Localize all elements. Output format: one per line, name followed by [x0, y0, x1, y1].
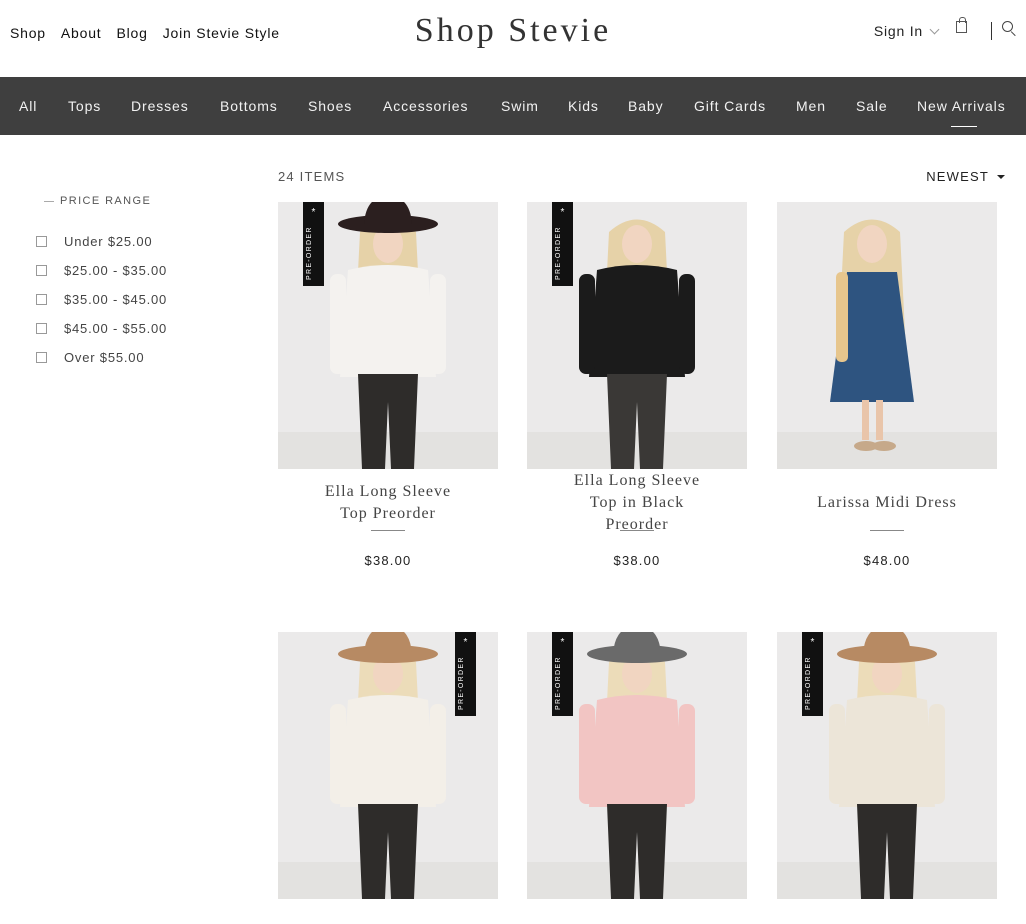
product-name-line: Preorder [605, 516, 669, 533]
preorder-badge: * PRE-ORDER [552, 632, 573, 716]
price-range-heading[interactable]: PRICE RANGE [36, 195, 236, 207]
category-bar: All Tops Dresses Bottoms Shoes Accessories Swi… [0, 77, 1026, 135]
product-card[interactable]: *PRE-ORDERTribal Sweater [278, 632, 498, 924]
category-all[interactable]: All [19, 98, 37, 114]
price-filter-option[interactable]: Over $55.00 [36, 343, 236, 372]
price-filter-label: Under $25.00 [64, 234, 153, 249]
product-card[interactable]: *PRE-ORDERPamela Pullover [527, 632, 747, 924]
preorder-label: PRE-ORDER [458, 656, 465, 710]
preorder-badge: * PRE-ORDER [552, 202, 573, 286]
category-swim[interactable]: Swim [501, 98, 539, 114]
asterisk-icon: * [810, 637, 815, 648]
price-filter-list: Under $25.00 $25.00 - $35.00 $35.00 - $45.… [36, 227, 236, 372]
preorder-badge: * PRE-ORDER [802, 632, 823, 716]
category-kids[interactable]: Kids [568, 98, 599, 114]
product-card[interactable]: * PRE-ORDER Ella Long Sleeve Top in Black Pr… [527, 202, 747, 568]
product-name-line: Top Preorder [340, 505, 436, 522]
preorder-label: PRE-ORDER [555, 226, 562, 280]
shopping-bag-icon[interactable] [956, 17, 967, 33]
category-accessories[interactable]: Accessories [383, 98, 468, 114]
preorder-badge: * PRE-ORDER [455, 632, 476, 716]
price-filter-option[interactable]: $45.00 - $55.00 [36, 314, 236, 343]
category-shoes[interactable]: Shoes [308, 98, 352, 114]
product-card[interactable]: *PRE-ORDERAztec Print Sweater [777, 632, 997, 924]
category-baby[interactable]: Baby [628, 98, 664, 114]
price-filter-option[interactable]: $25.00 - $35.00 [36, 256, 236, 285]
name-divider [870, 530, 904, 531]
name-divider [371, 530, 405, 531]
checkbox[interactable] [36, 265, 47, 276]
price-range-title: PRICE RANGE [60, 195, 152, 207]
price-filter-label: $35.00 - $45.00 [64, 292, 168, 307]
product-name[interactable]: Larissa Midi Dress [777, 492, 997, 514]
search-icon[interactable] [1002, 21, 1016, 35]
product-price: $48.00 [863, 553, 911, 568]
price-filter-option[interactable]: $35.00 - $45.00 [36, 285, 236, 314]
preorder-label: PRE-ORDER [555, 656, 562, 710]
price-filter-label: Over $55.00 [64, 350, 145, 365]
asterisk-icon: * [560, 637, 565, 648]
product-image[interactable]: * PRE-ORDER [527, 632, 747, 899]
product-name[interactable]: Ella Long Sleeve Top Preorder [278, 481, 498, 525]
product-name-line: Larissa Midi Dress [817, 494, 957, 511]
brand-logo[interactable]: Shop Stevie [0, 12, 1026, 50]
checkbox[interactable] [36, 323, 47, 334]
product-image[interactable]: * PRE-ORDER [278, 202, 498, 469]
asterisk-icon: * [311, 207, 316, 218]
preorder-label: PRE-ORDER [805, 656, 812, 710]
product-name[interactable]: Ella Long Sleeve Top in Black Preorder [527, 470, 747, 536]
checkbox[interactable] [36, 352, 47, 363]
category-gift-cards[interactable]: Gift Cards [694, 98, 766, 114]
product-name-line: Ella Long Sleeve [573, 472, 701, 489]
category-men[interactable]: Men [796, 98, 826, 114]
category-new-arrivals[interactable]: New Arrivals [917, 98, 1006, 114]
product-image[interactable]: * PRE-ORDER [278, 632, 498, 899]
product-card[interactable]: * PRE-ORDER Ella Long Sleeve Top Preorder $3… [278, 202, 498, 568]
product-card[interactable]: Larissa Midi Dress $48.00 [777, 202, 997, 568]
item-count: 24 ITEMS [278, 169, 346, 184]
product-name-line: Ella Long Sleeve [324, 483, 452, 500]
price-filter-label: $45.00 - $55.00 [64, 321, 168, 336]
sign-in-label: Sign In [873, 23, 923, 39]
checkbox[interactable] [36, 236, 47, 247]
asterisk-icon: * [560, 207, 565, 218]
divider [991, 22, 992, 40]
preorder-label: PRE-ORDER [306, 226, 313, 280]
product-price: $38.00 [613, 553, 661, 568]
category-bottoms[interactable]: Bottoms [220, 98, 278, 114]
asterisk-icon: * [463, 637, 468, 648]
product-image[interactable]: * PRE-ORDER [527, 202, 747, 469]
name-divider [620, 530, 654, 531]
price-filter-label: $25.00 - $35.00 [64, 263, 168, 278]
sort-label: NEWEST [926, 169, 989, 184]
category-sale[interactable]: Sale [856, 98, 888, 114]
checkbox[interactable] [36, 294, 47, 305]
preorder-badge: * PRE-ORDER [303, 202, 324, 286]
sign-in-button[interactable]: Sign In [874, 23, 950, 39]
caret-down-icon [997, 174, 1005, 179]
product-image[interactable] [777, 202, 997, 469]
price-filter-option[interactable]: Under $25.00 [36, 227, 236, 256]
sort-dropdown[interactable]: NEWEST [926, 169, 1005, 184]
category-dresses[interactable]: Dresses [131, 98, 189, 114]
site-header: Shop About Blog Join Stevie Style Shop S… [0, 0, 1026, 77]
product-image[interactable]: * PRE-ORDER [777, 632, 997, 899]
category-tops[interactable]: Tops [68, 98, 101, 114]
active-category-underline [951, 126, 977, 127]
collapse-dash-icon [44, 200, 54, 202]
product-photo-figure [777, 219, 997, 469]
filter-sidebar: PRICE RANGE Under $25.00 $25.00 - $35.00 $… [36, 195, 236, 372]
chevron-down-icon [929, 24, 940, 34]
product-price: $38.00 [364, 553, 412, 568]
product-name-line: Top in Black [589, 494, 685, 511]
account-area: Sign In [874, 17, 1016, 40]
